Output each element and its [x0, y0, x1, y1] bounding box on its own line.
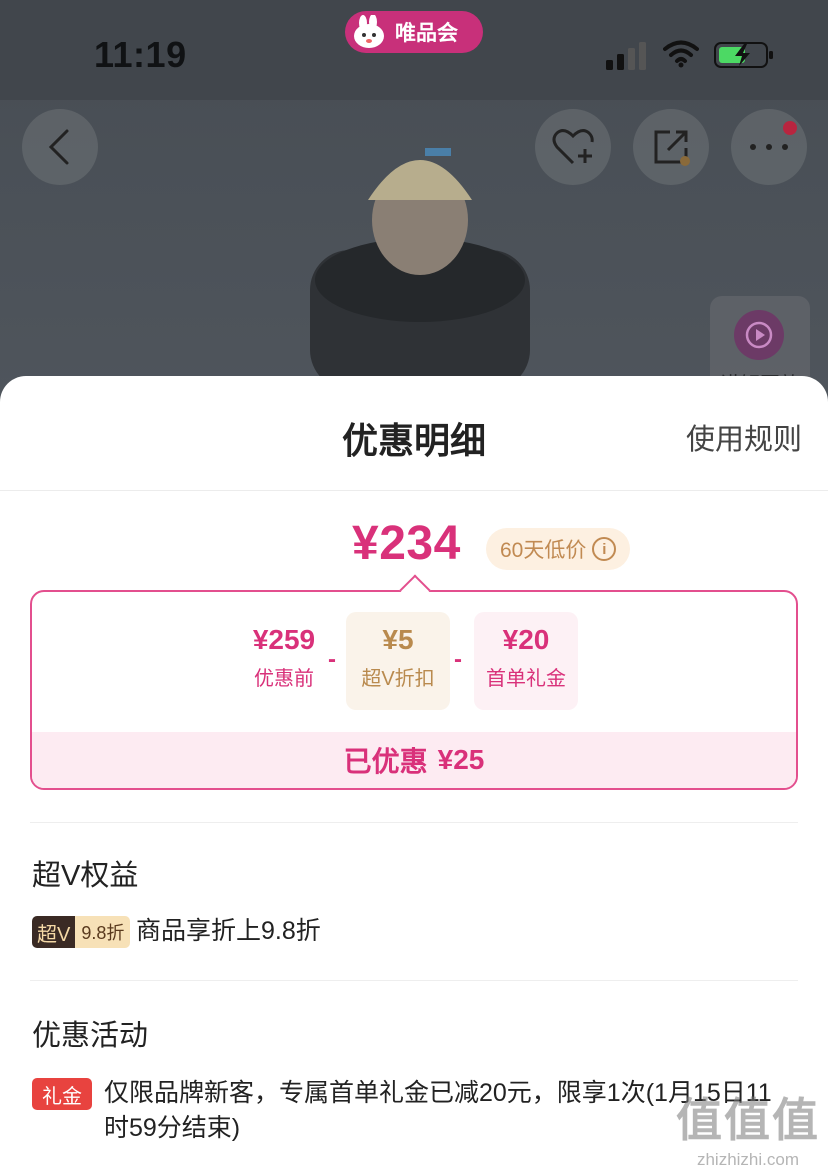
brand-mascot-icon — [354, 15, 384, 48]
more-button[interactable] — [731, 109, 807, 185]
original-price-label: 优惠前 — [254, 668, 314, 690]
svip-section-title: 超V权益 — [32, 860, 139, 892]
first-order-gift-label: 首单礼金 — [486, 668, 566, 690]
low-price-badge[interactable]: 60天低价 i — [486, 528, 631, 570]
brand-name: 唯品会 — [395, 22, 458, 45]
gift-tag: 礼金 — [32, 1078, 92, 1110]
chevron-left-icon — [48, 129, 69, 165]
heart-plus-icon — [552, 129, 594, 165]
wifi-icon — [663, 40, 699, 68]
replay-play-icon — [745, 321, 773, 349]
status-time: 11:19 — [94, 34, 187, 75]
product-model-image — [310, 148, 530, 390]
promo-text-line2: 时59分结束) — [104, 1114, 241, 1142]
saved-label: 已优惠 — [343, 746, 428, 777]
notification-dot — [783, 121, 797, 135]
svip-discount-item: ¥5 超V折扣 — [346, 612, 450, 710]
brand-pill[interactable]: 唯品会 — [345, 11, 483, 53]
minus-sign: - — [454, 646, 462, 673]
svip-discount-value: ¥5 — [382, 624, 414, 655]
promo-section-title: 优惠活动 — [32, 1020, 149, 1052]
price-calculation-box: ¥259 优惠前 - ¥5 超V折扣 - ¥20 首单礼金 已优惠 ¥25 — [30, 574, 798, 790]
svip-benefit-text: 商品享折上9.8折 — [136, 917, 321, 945]
first-order-gift-value: ¥20 — [502, 624, 550, 655]
svip-badge: 超V 9.8折 — [32, 916, 131, 948]
share-button[interactable] — [633, 109, 709, 185]
info-icon[interactable]: i — [592, 537, 617, 561]
svip-discount-label: 超V折扣 — [361, 668, 435, 690]
watermark-url: zhizhizhi.com — [696, 1150, 800, 1169]
original-price-item: ¥259 优惠前 — [232, 612, 336, 710]
svip-badge-label: 超V — [32, 916, 76, 948]
watermark-logo: 值值值 — [676, 1094, 820, 1146]
original-price-value: ¥259 — [252, 624, 316, 655]
site-watermark: 值值值 zhizhizhi.com — [676, 1084, 820, 1170]
svip-badge-discount: 9.8折 — [75, 916, 131, 948]
share-icon — [654, 130, 690, 166]
total-saved-bar: 已优惠 ¥25 — [32, 732, 796, 788]
promo-text-line1: 仅限品牌新客，专属首单礼金已减20元，限享1次(1月15日11 — [104, 1079, 772, 1107]
saved-amount: ¥25 — [437, 744, 485, 775]
discount-detail-sheet: 优惠明细 使用规则 ¥234 60天低价 i ¥259 优惠前 - ¥5 超V折… — [0, 376, 828, 1176]
calc-box-pointer — [399, 574, 431, 606]
final-price: ¥234 — [352, 517, 461, 570]
favorite-button[interactable] — [535, 109, 611, 185]
more-dots-icon — [750, 144, 788, 150]
first-order-gift-item: ¥20 首单礼金 — [474, 612, 578, 710]
battery-charging-icon — [714, 42, 773, 68]
minus-sign: - — [328, 646, 336, 673]
section-divider — [30, 822, 798, 823]
status-bar: 11:19 唯品会 — [0, 0, 828, 100]
back-button[interactable] — [22, 109, 98, 185]
section-divider — [30, 980, 798, 981]
cellular-signal-icon — [606, 42, 646, 70]
header-divider — [0, 490, 828, 491]
low-price-label: 60天低价 — [500, 539, 587, 562]
replay-button[interactable] — [734, 310, 784, 360]
usage-rules-link[interactable]: 使用规则 — [686, 416, 802, 458]
